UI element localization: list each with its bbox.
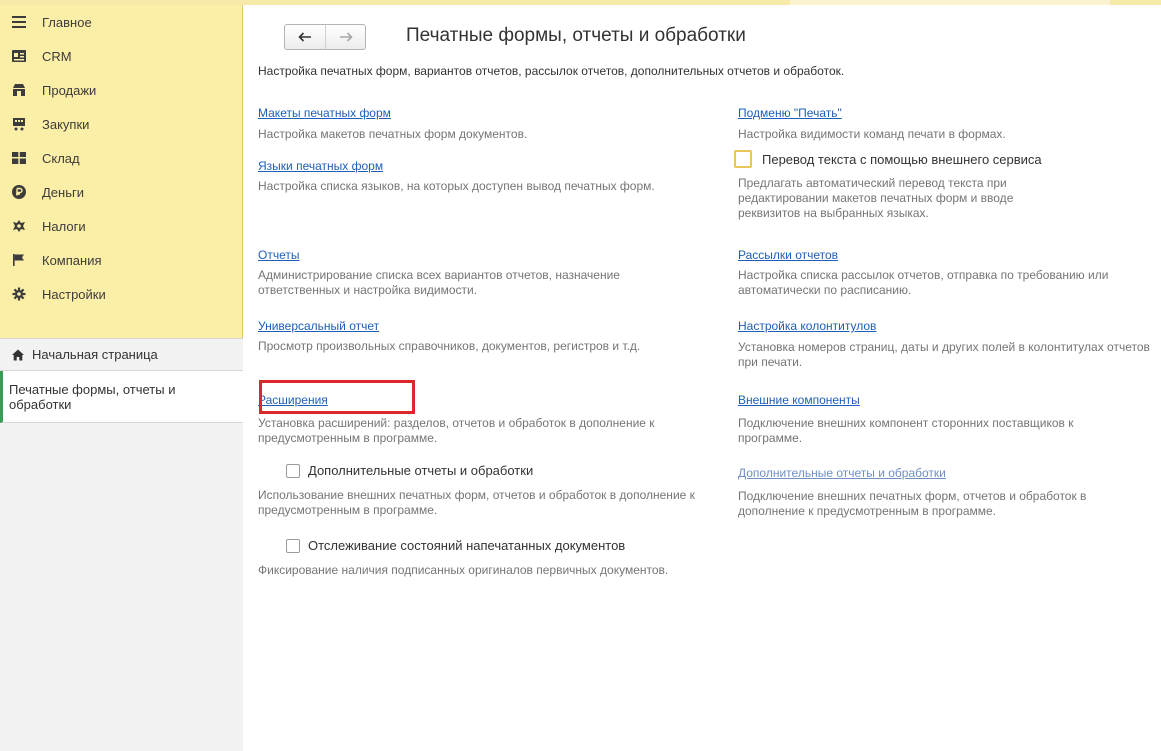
reports-desc: Администрирование списка всех вариантов …	[258, 268, 620, 297]
open-page-tab[interactable]: Печатные формы, отчеты и обработки	[0, 371, 243, 423]
universal-report-desc: Просмотр произвольных справочников, доку…	[258, 339, 641, 353]
open-pages-panel	[0, 423, 243, 751]
print-layouts-link[interactable]: Макеты печатных форм	[258, 106, 391, 120]
section-purchases[interactable]: Закупки	[0, 107, 243, 141]
extensions-link[interactable]: Расширения	[258, 393, 328, 407]
headers-footers-link[interactable]: Настройка колонтитулов	[738, 319, 876, 333]
money-icon	[12, 185, 26, 199]
print-submenu-desc: Настройка видимости команд печати в форм…	[738, 127, 1006, 141]
additional-reports-option-label: Дополнительные отчеты и обработки	[308, 463, 534, 478]
print-layouts-desc: Настройка макетов печатных форм документ…	[258, 127, 528, 141]
history-navigation	[284, 24, 366, 50]
translation-option-desc: Предлагать автоматический перевод текста…	[738, 176, 1014, 220]
tracking-option-desc: Фиксирование наличия подписанных оригина…	[258, 563, 669, 577]
section-settings[interactable]: Настройки	[0, 277, 243, 311]
tracking-checkbox[interactable]	[286, 538, 300, 553]
translation-option-label: Перевод текста с помощью внешнего сервис…	[762, 151, 1042, 167]
translation-option[interactable]: Перевод текста с помощью внешнего сервис…	[734, 150, 1042, 168]
tracking-option-label: Отслеживание состояний напечатанных доку…	[308, 538, 626, 553]
taxes-icon	[12, 219, 26, 233]
external-components-desc: Подключение внешних компонент сторонних …	[738, 416, 1074, 445]
section-label: Компания	[42, 252, 102, 268]
universal-report-link[interactable]: Универсальный отчет	[258, 319, 379, 333]
section-label: Деньги	[42, 184, 84, 200]
print-languages-desc: Настройка списка языков, на которых дост…	[258, 179, 655, 193]
section-label: Настройки	[42, 286, 106, 302]
main-content: Печатные формы, отчеты и обработки Настр…	[244, 5, 1161, 751]
section-label: Склад	[42, 150, 80, 166]
headers-footers-desc: Установка номеров страниц, даты и других…	[738, 340, 1150, 369]
section-label: Налоги	[42, 218, 86, 234]
home-icon	[12, 349, 24, 361]
home-page-label: Начальная страница	[32, 347, 158, 362]
extensions-desc: Установка расширений: разделов, отчетов …	[258, 416, 655, 445]
settings-gear-icon	[12, 287, 26, 301]
warehouse-icon	[12, 151, 26, 165]
section-label: Закупки	[42, 116, 90, 132]
section-money[interactable]: Деньги	[0, 175, 243, 209]
section-taxes[interactable]: Налоги	[0, 209, 243, 243]
translation-checkbox[interactable]	[734, 150, 752, 168]
sales-icon	[12, 83, 26, 97]
company-flag-icon	[12, 253, 26, 267]
print-languages-link[interactable]: Языки печатных форм	[258, 159, 383, 173]
section-company[interactable]: Компания	[0, 243, 243, 277]
menu-icon	[12, 15, 26, 29]
page-title: Печатные формы, отчеты и обработки	[406, 25, 746, 46]
section-main[interactable]: Главное	[0, 5, 243, 39]
print-submenu-link[interactable]: Подменю "Печать"	[738, 106, 842, 120]
report-mailings-desc: Настройка списка рассылок отчетов, отпра…	[738, 268, 1109, 297]
section-label: Продажи	[42, 82, 97, 98]
additional-reports-link[interactable]: Дополнительные отчеты и обработки	[738, 466, 946, 480]
reports-link[interactable]: Отчеты	[258, 248, 299, 262]
section-label: CRM	[42, 48, 72, 64]
purchases-icon	[12, 117, 26, 131]
home-page-item[interactable]: Начальная страница	[0, 338, 243, 371]
crm-card-icon	[12, 49, 26, 63]
additional-reports-desc: Подключение внешних печатных форм, отчет…	[738, 489, 1087, 518]
report-mailings-link[interactable]: Рассылки отчетов	[738, 248, 838, 262]
additional-reports-checkbox[interactable]	[286, 463, 300, 478]
section-warehouse[interactable]: Склад	[0, 141, 243, 175]
section-crm[interactable]: CRM	[0, 39, 243, 73]
arrow-right-icon	[339, 32, 353, 42]
additional-reports-option[interactable]: Дополнительные отчеты и обработки	[286, 463, 533, 478]
forward-button[interactable]	[325, 25, 365, 49]
additional-reports-option-desc: Использование внешних печатных форм, отч…	[258, 488, 695, 517]
tracking-option[interactable]: Отслеживание состояний напечатанных доку…	[286, 538, 625, 553]
back-button[interactable]	[285, 25, 325, 49]
section-sales[interactable]: Продажи	[0, 73, 243, 107]
section-label: Главное	[42, 14, 92, 30]
page-description: Настройка печатных форм, вариантов отчет…	[258, 64, 845, 78]
arrow-left-icon	[298, 32, 311, 42]
external-components-link[interactable]: Внешние компоненты	[738, 393, 860, 407]
